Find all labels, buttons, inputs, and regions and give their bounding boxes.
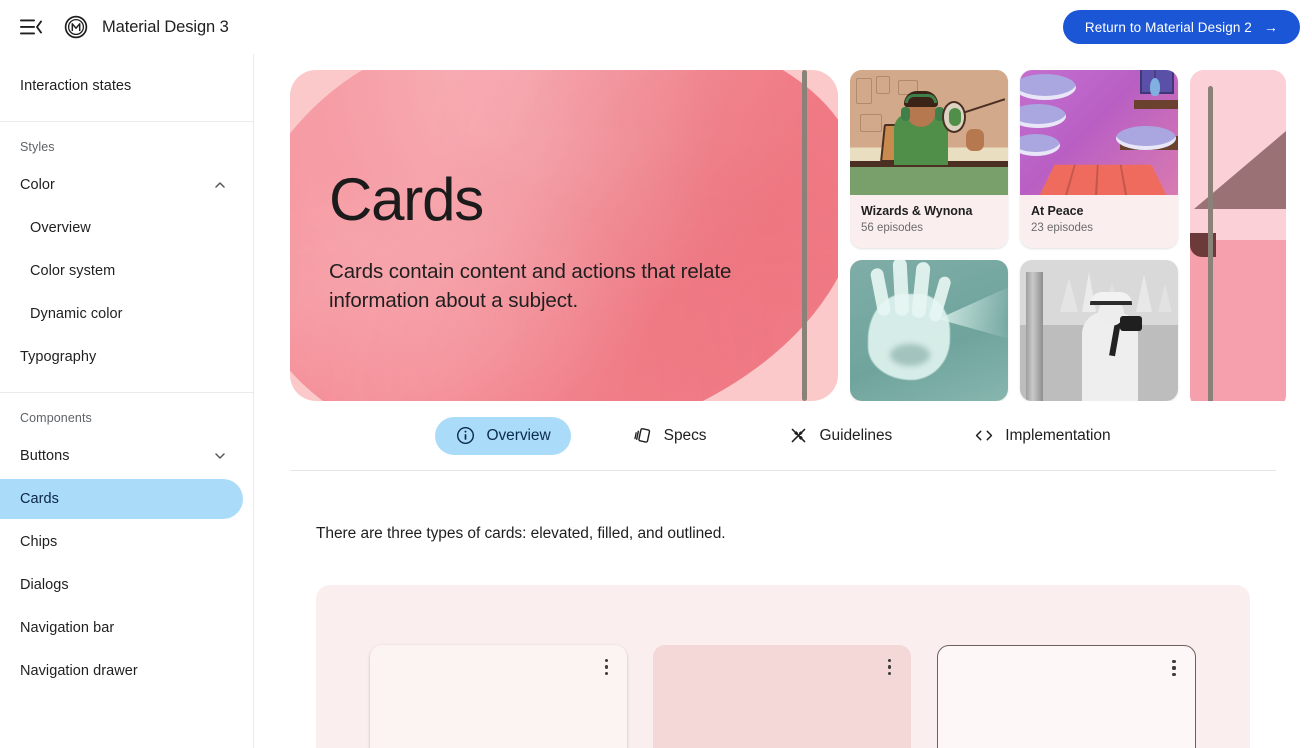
tab-guidelines[interactable]: Guidelines <box>769 417 913 455</box>
sidebar-item-cards[interactable]: Cards <box>0 479 243 519</box>
chevron-up-icon <box>213 178 227 192</box>
hero-section: Cards Cards contain content and actions … <box>254 54 1312 401</box>
hero-column-1: Wizards & Wynona 56 episodes <box>850 70 1008 401</box>
info-circle-icon <box>455 426 475 446</box>
sidebar-group-components-label: Components <box>20 411 92 425</box>
more-vert-icon[interactable] <box>597 657 615 677</box>
return-button-label: Return to Material Design 2 <box>1084 19 1252 35</box>
sidebar-item-label: Buttons <box>20 448 70 464</box>
sidebar-nav[interactable]: Interaction states Styles Color Overview… <box>0 54 254 748</box>
podcast-title: At Peace <box>1031 204 1084 218</box>
sidebar-item-color[interactable]: Color <box>0 165 243 205</box>
sidebar-item-overview[interactable]: Overview <box>0 208 243 248</box>
sidebar-item-label: Chips <box>20 534 58 550</box>
top-app-bar: Material Design 3 Return to Material Des… <box>0 0 1312 54</box>
sidebar-item-label: Dialogs <box>20 577 69 593</box>
intro-paragraph: There are three types of cards: elevated… <box>316 525 726 542</box>
hero-subtitle: Cards contain content and actions that r… <box>329 260 732 313</box>
sidebar-item-label: Typography <box>20 349 97 365</box>
sidebar-item-label: Interaction states <box>20 78 132 94</box>
sidebar-item-color-system[interactable]: Color system <box>0 251 243 291</box>
hero-card-gallery[interactable]: Wizards & Wynona 56 episodes At Peace 23… <box>850 70 1312 401</box>
hero-text: Cards Cards contain content and actions … <box>329 168 799 315</box>
sidebar-item-label: Overview <box>30 220 91 236</box>
sidebar-item-label: Color system <box>30 263 116 279</box>
card-types-demo-panel: Elevated Filled Outlined <box>316 585 1250 748</box>
demo-card-row: Elevated Filled Outlined <box>370 645 1196 748</box>
arrow-right-icon: → <box>1263 19 1278 35</box>
layers-card-icon <box>633 426 653 446</box>
tab-overview[interactable]: Overview <box>435 416 571 455</box>
return-to-md2-button[interactable]: Return to Material Design 2 → <box>1062 10 1300 44</box>
sidebar-item-navigation-bar[interactable]: Navigation bar <box>0 608 243 648</box>
content-section: There are three types of cards: elevated… <box>254 525 1312 748</box>
sidebar-item-label: Color <box>20 177 55 193</box>
chevron-down-icon <box>213 449 227 463</box>
purple-room-clouds-illustration <box>1020 70 1178 195</box>
hero-scroll-rail-left[interactable] <box>802 70 807 401</box>
sidebar-item-buttons[interactable]: Buttons <box>0 436 243 476</box>
sidebar-item-navigation-drawer[interactable]: Navigation drawer <box>0 651 243 691</box>
hero-scroll-rail-right[interactable] <box>1208 86 1213 401</box>
hero-column-2: At Peace 23 episodes <box>1020 70 1178 401</box>
more-vert-icon[interactable] <box>881 657 899 677</box>
tab-label: Specs <box>663 426 707 444</box>
pink-geometric-card[interactable] <box>1190 70 1286 401</box>
demo-card-outlined[interactable]: Outlined <box>936 645 1196 748</box>
sidebar-item-typography[interactable]: Typography <box>0 337 243 377</box>
tab-label: Guidelines <box>819 426 893 444</box>
crossed-tools-icon <box>789 426 809 446</box>
sidebar-item-label: Navigation drawer <box>20 663 138 679</box>
hero-panel: Cards Cards contain content and actions … <box>290 70 838 401</box>
teal-hand-photo-card[interactable] <box>850 259 1008 401</box>
hamburger-collapse-icon[interactable] <box>18 14 44 40</box>
sidebar-item-label: Dynamic color <box>30 306 123 322</box>
sailing-photo-card[interactable] <box>1020 259 1178 401</box>
tab-bar: Overview Specs Guidelines Implementation <box>290 401 1276 471</box>
podcast-episode-count: 56 episodes <box>861 222 924 234</box>
demo-card-filled[interactable]: Filled <box>653 645 911 748</box>
more-vert-icon[interactable] <box>1165 658 1183 678</box>
sidebar-item-label: Navigation bar <box>20 620 115 636</box>
podcast-studio-illustration <box>850 70 1008 195</box>
sidebar-item-label: Cards <box>20 491 59 507</box>
podcast-episode-count: 23 episodes <box>1031 222 1094 234</box>
sidebar-group-styles-label: Styles <box>20 140 55 154</box>
tab-implementation[interactable]: Implementation <box>954 417 1130 455</box>
hero-gap <box>838 70 850 401</box>
sidebar-item-dynamic-color[interactable]: Dynamic color <box>0 294 243 334</box>
main-content: Cards Cards contain content and actions … <box>254 54 1312 748</box>
tab-label: Implementation <box>1005 426 1111 444</box>
demo-card-elevated[interactable]: Elevated <box>370 645 628 748</box>
podcast-title: Wizards & Wynona <box>861 204 973 218</box>
podcast-card[interactable]: Wizards & Wynona 56 episodes <box>850 70 1008 248</box>
tab-label: Overview <box>486 426 551 444</box>
sidebar-item-dialogs[interactable]: Dialogs <box>0 565 243 605</box>
material-design-logo-icon[interactable] <box>64 15 88 39</box>
sidebar-item-interaction-states[interactable]: Interaction states <box>0 66 243 106</box>
page-title: Material Design 3 <box>102 17 229 36</box>
code-brackets-icon <box>974 426 994 446</box>
sidebar-item-chips[interactable]: Chips <box>0 522 243 562</box>
hero-title: Cards <box>329 166 484 233</box>
tab-specs[interactable]: Specs <box>613 417 727 455</box>
podcast-card[interactable]: At Peace 23 episodes <box>1020 70 1178 248</box>
